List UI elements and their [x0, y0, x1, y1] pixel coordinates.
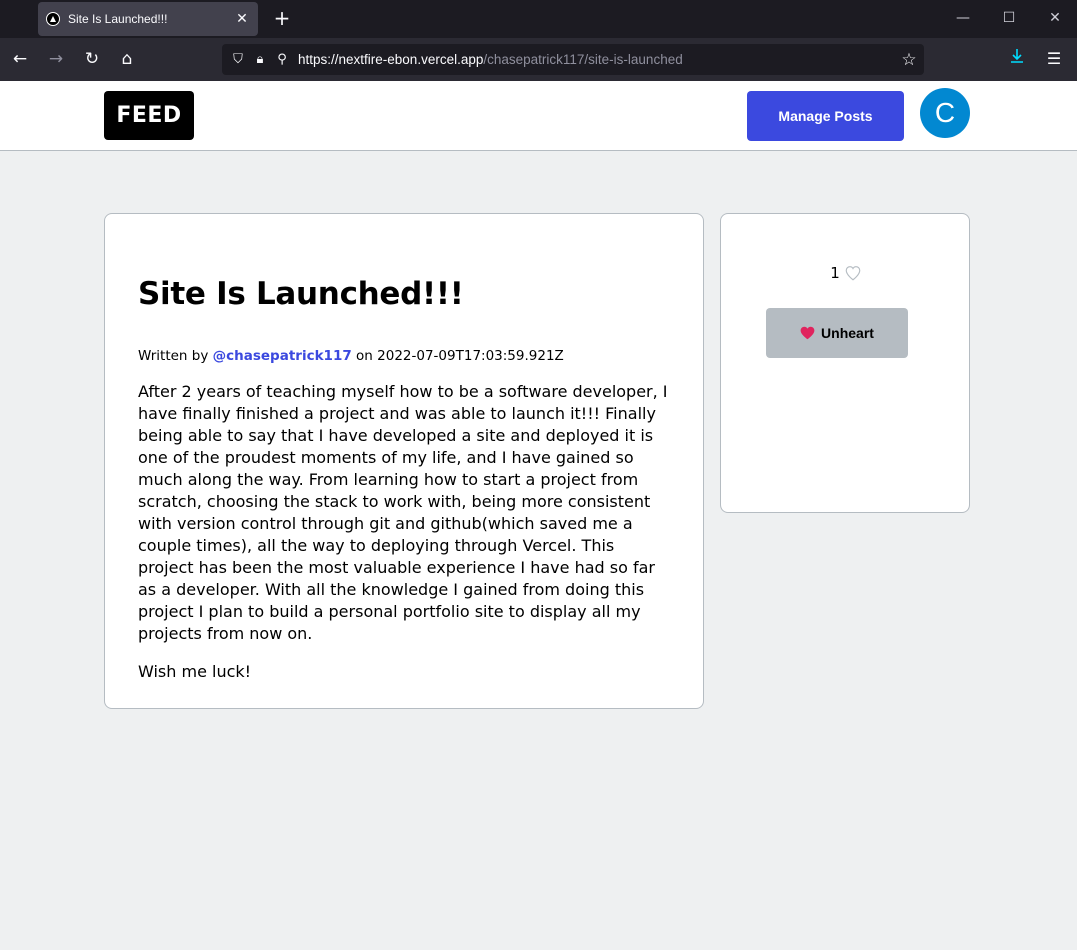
- tab-title: Site Is Launched!!!: [68, 12, 168, 26]
- post-paragraph: Wish me luck!: [138, 662, 252, 681]
- minimize-icon[interactable]: —: [948, 6, 978, 30]
- user-avatar[interactable]: C: [920, 88, 970, 138]
- post-title: Site Is Launched!!!: [138, 276, 464, 312]
- maximize-icon[interactable]: ☐: [994, 6, 1024, 30]
- browser-tabbar: Site Is Launched!!! ✕ + — ☐ ✕: [0, 0, 1077, 38]
- lock-icon[interactable]: 🔒︎: [250, 50, 270, 70]
- permissions-icon[interactable]: ⚲: [272, 50, 292, 70]
- byline: Written by @chasepatrick117 on 2022-07-0…: [138, 348, 671, 364]
- red-heart-icon: [800, 326, 815, 340]
- menu-icon[interactable]: ☰: [1042, 47, 1066, 71]
- shield-icon[interactable]: ⛉: [228, 50, 248, 70]
- site-favicon-icon: [46, 12, 60, 26]
- on-label: on: [356, 348, 373, 364]
- manage-posts-button[interactable]: Manage Posts: [747, 91, 904, 141]
- url-bar[interactable]: ⛉ 🔒︎ ⚲ https://nextfire-ebon.vercel.app/…: [222, 44, 924, 75]
- browser-tab[interactable]: Site Is Launched!!! ✕: [38, 2, 258, 36]
- site-header: FEED Manage Posts C: [0, 81, 1077, 151]
- heart-count: 1: [830, 264, 840, 282]
- close-window-icon[interactable]: ✕: [1040, 6, 1070, 30]
- author-link[interactable]: @chasepatrick117: [213, 348, 352, 364]
- written-by-label: Written by: [138, 348, 209, 364]
- forward-icon[interactable]: →: [44, 47, 68, 71]
- browser-navbar: ← → ↻ ⌂ ⛉ 🔒︎ ⚲ https://nextfire-ebon.ver…: [0, 38, 1077, 81]
- download-arrow-icon: [1011, 49, 1023, 63]
- url-text[interactable]: https://nextfire-ebon.vercel.app/chasepa…: [298, 52, 894, 67]
- post-date: 2022-07-09T17:03:59.921Z: [377, 348, 564, 364]
- post-body: After 2 years of teaching myself how to …: [138, 381, 671, 683]
- outline-heart-icon: [845, 266, 861, 281]
- new-tab-icon[interactable]: +: [270, 6, 294, 30]
- bookmark-star-icon[interactable]: ☆: [894, 50, 924, 70]
- feed-logo-button[interactable]: FEED: [104, 91, 194, 140]
- post-paragraph: After 2 years of teaching myself how to …: [138, 382, 668, 643]
- unheart-button[interactable]: Unheart: [766, 308, 908, 358]
- post-card: Site Is Launched!!! Written by @chasepat…: [104, 213, 704, 709]
- reload-icon[interactable]: ↻: [80, 47, 104, 71]
- back-icon[interactable]: ←: [8, 47, 32, 71]
- unheart-label: Unheart: [821, 325, 874, 341]
- close-tab-icon[interactable]: ✕: [234, 11, 250, 27]
- heart-count-row: 1: [721, 264, 971, 282]
- download-icon[interactable]: [1005, 47, 1029, 71]
- heart-aside-card: 1 Unheart: [720, 213, 970, 513]
- home-icon[interactable]: ⌂: [115, 47, 139, 71]
